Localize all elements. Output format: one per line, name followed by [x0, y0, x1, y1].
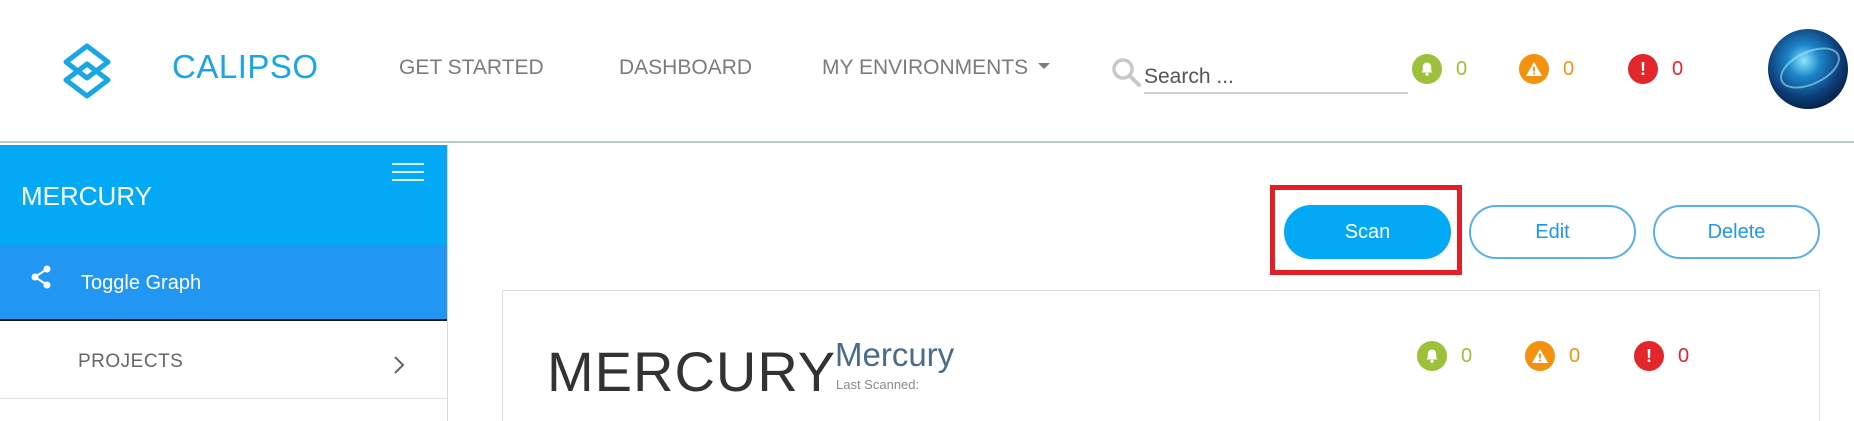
env-error-counter[interactable]: ! 0 [1634, 340, 1689, 372]
environment-detail-card: MERCURY Mercury Last Scanned: 0 0 ! 0 [502, 290, 1820, 421]
scan-button[interactable]: Scan [1284, 205, 1451, 259]
error-icon: ! [1628, 54, 1658, 84]
sidebar-item-label: Toggle Graph [81, 272, 202, 294]
env-info-count: 0 [1461, 344, 1473, 367]
error-count: 0 [1672, 57, 1684, 80]
env-warning-counter[interactable]: 0 [1525, 340, 1580, 372]
env-warning-count: 0 [1569, 344, 1581, 367]
sidebar-item-toggle-graph[interactable]: Toggle Graph [0, 245, 447, 321]
bell-icon [1417, 341, 1447, 371]
sidebar-environment-title: MERCURY [21, 181, 152, 211]
calipso-logo-icon[interactable] [58, 42, 116, 100]
edit-button[interactable]: Edit [1469, 205, 1636, 259]
env-info-counter[interactable]: 0 [1417, 340, 1472, 372]
delete-button[interactable]: Delete [1653, 205, 1820, 259]
bell-icon [1412, 54, 1442, 84]
brand-name[interactable]: CALIPSO [172, 48, 319, 86]
search-box [1110, 50, 1408, 98]
sidebar-header: MERCURY [0, 145, 447, 245]
caret-down-icon [1038, 63, 1051, 70]
nav-my-environments-label: MY ENVIRONMENTS [822, 56, 1029, 79]
warning-icon [1525, 341, 1555, 371]
warning-count: 0 [1563, 57, 1575, 80]
last-scanned-label: Last Scanned: [836, 377, 920, 392]
env-error-count: 0 [1678, 344, 1690, 367]
sidebar-item-label: PROJECTS [78, 351, 184, 372]
nav-my-environments[interactable]: MY ENVIRONMENTS [822, 56, 1051, 80]
nav-get-started[interactable]: GET STARTED [399, 56, 544, 80]
error-notifications-counter[interactable]: ! 0 [1628, 53, 1683, 85]
sidebar-item-projects[interactable]: PROJECTS [0, 323, 447, 399]
search-icon[interactable] [1110, 56, 1142, 88]
search-input[interactable] [1144, 58, 1408, 94]
hamburger-menu-icon[interactable] [392, 163, 424, 185]
sidebar: MERCURY Toggle Graph PROJECTS [0, 145, 448, 421]
chevron-right-icon [394, 356, 405, 374]
share-icon [31, 265, 51, 289]
info-notifications-counter[interactable]: 0 [1412, 53, 1467, 85]
environment-subtitle: Mercury [835, 336, 955, 373]
top-navbar: CALIPSO GET STARTED DASHBOARD MY ENVIRON… [0, 0, 1854, 143]
warning-icon [1519, 54, 1549, 84]
nav-dashboard[interactable]: DASHBOARD [619, 56, 752, 80]
error-icon: ! [1634, 341, 1664, 371]
warning-notifications-counter[interactable]: 0 [1519, 53, 1574, 85]
info-count: 0 [1456, 57, 1468, 80]
user-avatar[interactable] [1768, 29, 1848, 109]
environment-name: MERCURY [547, 340, 837, 403]
